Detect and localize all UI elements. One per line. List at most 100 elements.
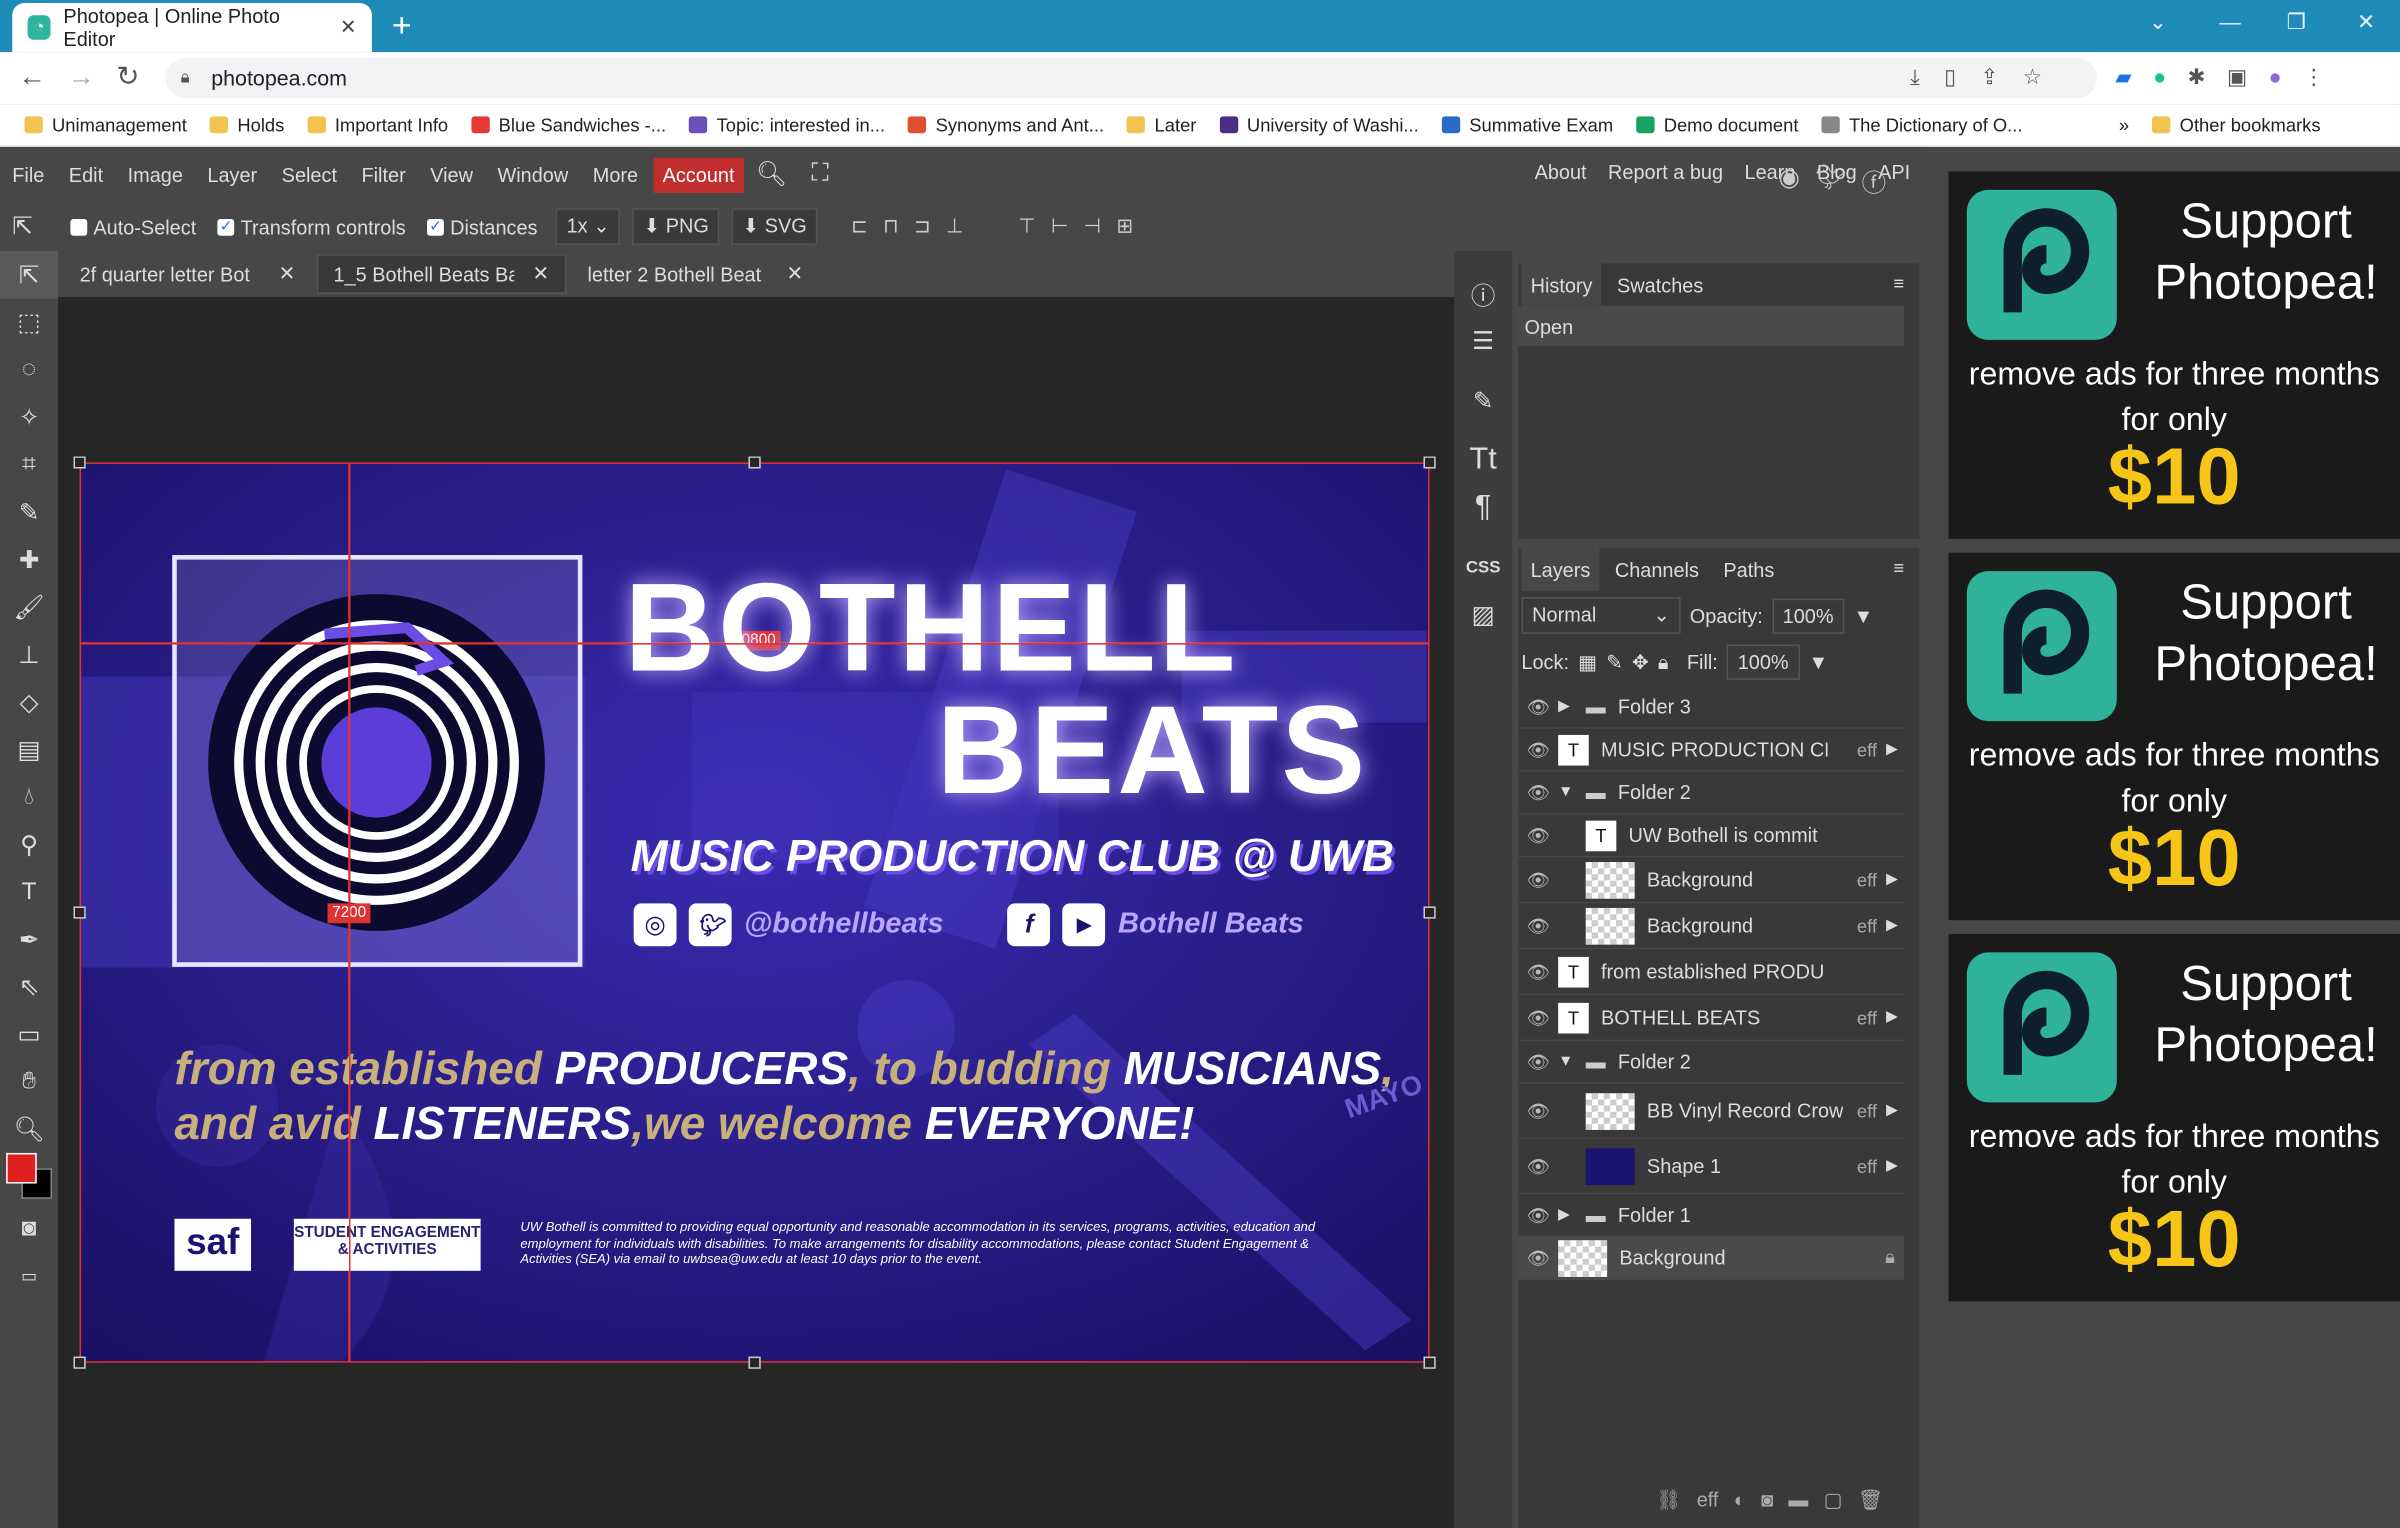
blend-mode-select[interactable]: Normal ⌄ — [1521, 597, 1681, 634]
layer-row[interactable]: 👁︎ T BOTHELL BEATS eff ▶ — [1518, 995, 1905, 1042]
visibility-eye-icon[interactable]: 👁︎ — [1518, 1100, 1558, 1121]
visibility-eye-icon[interactable]: 👁︎ — [1518, 1051, 1558, 1072]
document-tab[interactable]: 2f quarter letter Bot ✕ — [64, 254, 310, 294]
other-bookmarks[interactable]: Other bookmarks — [2152, 114, 2321, 136]
distances-checkbox[interactable]: ✓ Distances — [427, 215, 538, 238]
layer-effects-label[interactable]: eff — [1857, 915, 1877, 936]
layer-row[interactable]: 👁︎ Background eff ▶ — [1518, 903, 1905, 950]
character-icon[interactable]: Tt — [1454, 436, 1512, 483]
color-swatches[interactable] — [0, 1152, 58, 1205]
support-ad[interactable]: Support Photopea! remove ads for three mo… — [1948, 933, 2400, 1302]
star-icon[interactable]: ☆ — [2023, 64, 2042, 90]
page-icon[interactable]: ▯ — [1944, 64, 1956, 90]
eraser-tool-icon[interactable]: ◇ — [0, 678, 58, 725]
layer-row[interactable]: 👁︎ Background eff ▶ — [1518, 857, 1905, 904]
bookmark-item[interactable]: University of Washi... — [1219, 114, 1419, 136]
back-icon[interactable]: ← — [18, 61, 46, 93]
visibility-eye-icon[interactable]: 👁︎ — [1518, 824, 1558, 845]
pen-tool-icon[interactable]: ✒ — [0, 916, 58, 963]
lock-all-icon[interactable]: 🔒︎ — [1658, 650, 1669, 674]
paragraph-icon[interactable]: ¶ — [1454, 484, 1512, 531]
visibility-eye-icon[interactable]: 👁︎ — [1518, 696, 1558, 717]
sidepanel-icon[interactable]: ▣ — [2227, 64, 2247, 90]
brush-tool-icon[interactable]: 🖌︎ — [0, 583, 58, 630]
gradient-tool-icon[interactable]: ▤ — [0, 726, 58, 773]
quick-mask-icon[interactable]: ◙ — [0, 1205, 58, 1252]
close-window-icon[interactable]: ✕ — [2357, 9, 2375, 35]
lock-move-icon[interactable]: ✥ — [1632, 650, 1649, 674]
screen-mode-icon[interactable]: ▭ — [0, 1252, 58, 1299]
layers-tab-paths[interactable]: Paths — [1714, 548, 1783, 591]
menu-view[interactable]: View — [418, 163, 485, 186]
menu-filter[interactable]: Filter — [349, 163, 418, 186]
folder-toggle-icon[interactable]: ▶ — [1558, 698, 1586, 715]
layer-row[interactable]: 👁︎ ▼ ▬ Folder 2 — [1518, 771, 1905, 815]
crop-tool-icon[interactable]: ⌗ — [0, 441, 58, 488]
visibility-eye-icon[interactable]: 👁︎ — [1518, 961, 1558, 982]
bookmark-item[interactable]: Unimanagement — [24, 114, 187, 136]
more-bookmarks-icon[interactable]: » — [2119, 114, 2129, 135]
twitter-icon[interactable]: 🐦︎ — [1815, 162, 1846, 199]
history-tab-swatches[interactable]: Swatches — [1608, 263, 1713, 306]
bookmark-item[interactable]: Holds — [209, 114, 284, 136]
visibility-eye-icon[interactable]: 👁︎ — [1518, 915, 1558, 936]
fullscreen-icon[interactable]: ⛶ — [799, 161, 841, 189]
adjustments-icon[interactable]: ☰ — [1454, 317, 1512, 364]
bookmark-item[interactable]: Topic: interested in... — [689, 114, 885, 136]
info-icon[interactable]: ⓘ — [1454, 269, 1512, 316]
menu-icon[interactable]: ⋮ — [2303, 64, 2324, 90]
transform-handle[interactable] — [748, 456, 761, 469]
new-folder-icon[interactable]: ▬ — [1788, 1488, 1808, 1512]
extension-blue-icon[interactable]: ▰ — [2115, 64, 2132, 90]
folder-toggle-icon[interactable]: ▼ — [1558, 1053, 1586, 1070]
visibility-eye-icon[interactable]: 👁︎ — [1518, 1204, 1558, 1225]
bookmark-item[interactable]: Blue Sandwiches -... — [471, 114, 666, 136]
document-tab[interactable]: 1_5 Bothell Beats Ban ✕ — [316, 254, 567, 294]
history-tab-history[interactable]: History — [1521, 263, 1602, 307]
visibility-eye-icon[interactable]: 👁︎ — [1518, 1007, 1558, 1028]
transform-handle[interactable] — [73, 1356, 86, 1369]
banner-canvas[interactable]: 10800 7200 BOTHELL BEATS MUSIC PRODUCTIO… — [79, 462, 1430, 1363]
expand-effects-icon[interactable]: ▶ — [1886, 917, 1898, 934]
visibility-eye-icon[interactable]: 👁︎ — [1518, 1247, 1558, 1268]
layer-row[interactable]: 👁︎ ▶ ▬ Folder 3 — [1518, 685, 1905, 729]
transform-handle[interactable] — [1423, 456, 1436, 469]
layers-menu-icon[interactable]: ≡ — [1893, 557, 1904, 578]
layer-row[interactable]: 👁︎ T UW Bothell is commit — [1518, 814, 1905, 858]
magic-wand-icon[interactable]: ✧ — [0, 393, 58, 440]
link-icon[interactable]: ⛓︎ — [1656, 1488, 1681, 1512]
lock-paint-icon[interactable]: ✎ — [1606, 650, 1623, 674]
expand-effects-icon[interactable]: ▶ — [1886, 1158, 1898, 1175]
layers-tab-layers[interactable]: Layers — [1521, 548, 1600, 592]
layer-effects-label[interactable]: eff — [1857, 1007, 1877, 1028]
support-ad[interactable]: Support Photopea! remove ads for three mo… — [1948, 171, 2400, 539]
type-tool-icon[interactable]: T — [0, 868, 58, 915]
install-icon[interactable]: ⤓ — [1910, 64, 1919, 90]
history-menu-icon[interactable]: ≡ — [1893, 273, 1904, 294]
url-field[interactable]: 🔒︎ photopea.com — [165, 58, 2097, 98]
tab-search-icon[interactable]: ⌄ — [2149, 9, 2167, 35]
new-layer-icon[interactable]: ▢ — [1824, 1488, 1843, 1512]
folder-toggle-icon[interactable]: ▶ — [1558, 1207, 1586, 1224]
rectangle-tool-icon[interactable]: ▭ — [0, 1011, 58, 1058]
css-icon[interactable]: CSS — [1454, 544, 1512, 591]
mask-icon[interactable]: ◙ — [1761, 1488, 1773, 1512]
zoom-tool-icon[interactable]: 🔍︎ — [0, 1105, 58, 1152]
layer-effects-label[interactable]: eff — [1857, 739, 1877, 760]
menu-edit[interactable]: Edit — [57, 163, 116, 186]
move-tool-icon[interactable]: ⇱ — [12, 211, 58, 242]
close-tab-icon[interactable]: ✕ — [340, 15, 357, 39]
profile-avatar[interactable]: ● — [2269, 64, 2282, 90]
layer-row[interactable]: 👁︎ ▼ ▬ Folder 2 — [1518, 1041, 1905, 1085]
grammarly-icon[interactable]: ● — [2153, 64, 2166, 90]
expand-effects-icon[interactable]: ▶ — [1886, 741, 1898, 758]
expand-effects-icon[interactable]: ▶ — [1886, 1102, 1898, 1119]
hand-tool-icon[interactable]: ✋︎ — [0, 1058, 58, 1105]
restore-icon[interactable]: ❐ — [2287, 9, 2306, 35]
adjustment-layer-icon[interactable]: ◐ — [1734, 1488, 1746, 1512]
reddit-icon[interactable]: ◉ — [1779, 162, 1800, 199]
layer-effects-label[interactable]: eff — [1857, 1100, 1877, 1121]
visibility-eye-icon[interactable]: 👁︎ — [1518, 1155, 1558, 1176]
expand-effects-icon[interactable]: ▶ — [1886, 1009, 1898, 1026]
stamp-tool-icon[interactable]: ⊥ — [0, 631, 58, 678]
